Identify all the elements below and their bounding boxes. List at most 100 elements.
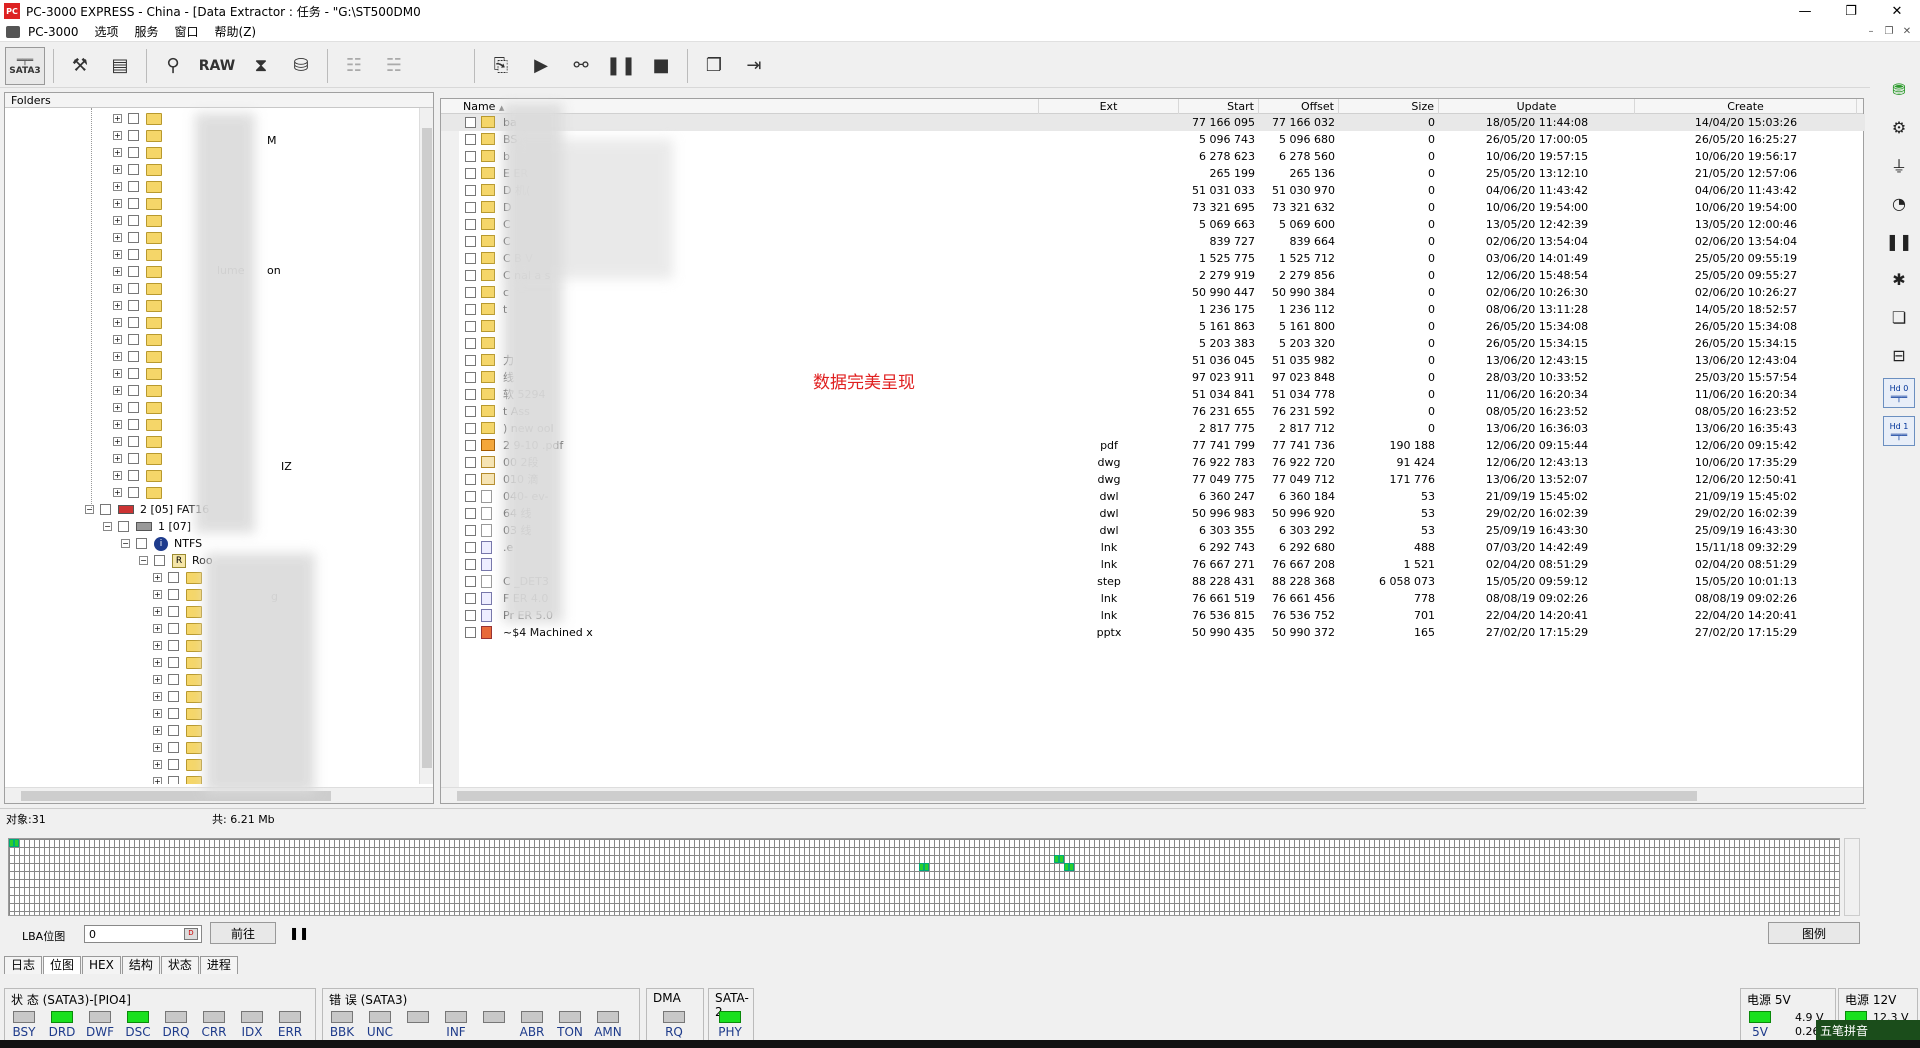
legend-button[interactable]: 图例 [1768, 922, 1860, 944]
mdi-doc-icon[interactable] [6, 25, 20, 38]
expand-icon[interactable]: + [153, 590, 162, 599]
expand-icon[interactable]: + [153, 573, 162, 582]
export-button[interactable]: ⎘ [483, 48, 519, 84]
tree-folder-item[interactable]: + [113, 399, 168, 416]
tree-folder-item[interactable]: + [153, 756, 208, 773]
tree-checkbox[interactable] [128, 402, 139, 413]
tree-checkbox[interactable] [168, 725, 179, 736]
row-checkbox[interactable] [465, 253, 476, 264]
app-icon[interactable]: PC [4, 3, 20, 19]
column-size[interactable]: Size [1339, 99, 1439, 114]
tree-checkbox[interactable] [128, 436, 139, 447]
sata-port-button[interactable]: ═╤═ SATA3 [5, 46, 45, 85]
row-checkbox[interactable] [465, 389, 476, 400]
expand-icon[interactable]: + [113, 318, 122, 327]
expand-icon[interactable]: + [153, 760, 162, 769]
go-button[interactable]: 前往 [210, 922, 276, 944]
tree-checkbox[interactable] [128, 198, 139, 209]
expand-icon[interactable]: + [113, 335, 122, 344]
menu-service[interactable]: 服务 [127, 23, 167, 40]
row-checkbox[interactable] [465, 202, 476, 213]
tree-folder-item[interactable]: + [113, 246, 168, 263]
log-button[interactable]: ▤ [102, 48, 138, 84]
tools-button[interactable]: ⚒ [62, 48, 98, 84]
expand-icon[interactable]: + [113, 233, 122, 242]
tree-checkbox[interactable] [128, 419, 139, 430]
row-checkbox[interactable] [465, 440, 476, 451]
expand-icon[interactable]: + [113, 471, 122, 480]
expand-icon[interactable]: + [113, 301, 122, 310]
play-button[interactable]: ▶ [523, 48, 559, 84]
file-row[interactable]: t 1 236 175 1 236 112 0 08/06/20 13:11:28 14/… [441, 301, 1865, 318]
tree-checkbox[interactable] [128, 164, 139, 175]
power-button[interactable]: ⏚ [1883, 150, 1915, 180]
expand-icon[interactable]: + [113, 352, 122, 361]
disk-button[interactable]: ⛁ [283, 48, 319, 84]
tree-checkbox[interactable] [168, 691, 179, 702]
scroll-thumb[interactable] [457, 791, 1697, 801]
file-list-horizontal-scrollbar[interactable] [441, 787, 1863, 803]
tree-checkbox[interactable] [168, 589, 179, 600]
tree-folder-item[interactable]: + [113, 348, 168, 365]
tree-checkbox[interactable] [154, 555, 165, 566]
tree-checkbox[interactable] [128, 351, 139, 362]
row-checkbox[interactable] [465, 236, 476, 247]
tree-folder-item[interactable]: + [153, 569, 208, 586]
tree-checkbox[interactable] [128, 317, 139, 328]
tree-folder-item[interactable]: + [113, 331, 168, 348]
tree-folder-item[interactable]: + [113, 467, 168, 484]
collapse-icon[interactable]: − [121, 539, 130, 548]
file-row[interactable]: ba 77 166 095 77 166 032 0 18/05/20 11:44:08… [441, 114, 1865, 131]
column-offset[interactable]: Offset [1259, 99, 1339, 114]
column-update[interactable]: Update [1439, 99, 1635, 114]
file-row[interactable]: 040- ev-dwl 6 360 247 6 360 184 53 21/09/19 … [441, 488, 1865, 505]
lba-type-tag[interactable]: D [184, 928, 198, 940]
tree-node-partition[interactable]: −2 [05] FAT16 [85, 501, 209, 518]
tree-group-button[interactable]: ☵ [376, 48, 412, 84]
tab-0[interactable]: 日志 [4, 956, 43, 974]
file-row[interactable]: t Ass 76 231 655 76 231 592 0 08/05/20 16:23… [441, 403, 1865, 420]
tree-checkbox[interactable] [128, 470, 139, 481]
mdi-restore-button[interactable]: ❐ [1882, 24, 1896, 38]
tab-5[interactable]: 进程 [199, 956, 238, 974]
expand-icon[interactable]: + [113, 182, 122, 191]
tree-folder-item[interactable]: + [113, 212, 168, 229]
raw-button[interactable]: RAW [195, 48, 239, 84]
tree-folder-item[interactable]: + [153, 722, 208, 739]
tree-checkbox[interactable] [128, 147, 139, 158]
expand-icon[interactable]: + [113, 250, 122, 259]
collapse-icon[interactable]: − [139, 556, 148, 565]
column-create[interactable]: Create [1635, 99, 1857, 114]
row-checkbox[interactable] [465, 610, 476, 621]
tree-checkbox[interactable] [168, 623, 179, 634]
menu-window[interactable]: 窗口 [167, 23, 207, 40]
tree-checkbox[interactable] [118, 521, 129, 532]
tree-checkbox[interactable] [128, 385, 139, 396]
tree-checkbox[interactable] [136, 538, 147, 549]
expand-icon[interactable]: + [153, 709, 162, 718]
tree-checkbox[interactable] [128, 300, 139, 311]
scroll-thumb[interactable] [422, 128, 432, 768]
expand-icon[interactable]: + [113, 131, 122, 140]
tab-2[interactable]: HEX [82, 956, 121, 974]
row-checkbox[interactable] [465, 593, 476, 604]
expand-icon[interactable]: + [113, 454, 122, 463]
expand-icon[interactable]: + [113, 267, 122, 276]
tree-folder-item[interactable]: + [153, 603, 208, 620]
expand-icon[interactable]: + [113, 216, 122, 225]
row-checkbox[interactable] [465, 406, 476, 417]
copy-button[interactable]: ❐ [696, 48, 732, 84]
file-row[interactable]: 5 161 863 5 161 800 0 26/05/20 15:34:08 26/0… [441, 318, 1865, 335]
tree-folder-item[interactable]: + [113, 229, 168, 246]
tree-folder-item[interactable]: + [113, 110, 168, 127]
collapse-icon[interactable]: − [103, 522, 112, 531]
folders-vertical-scrollbar[interactable] [419, 108, 433, 784]
row-checkbox[interactable] [465, 542, 476, 553]
tree-folder-item[interactable]: + [113, 297, 168, 314]
tree-node-root[interactable]: − R Roo [139, 552, 213, 569]
row-checkbox[interactable] [465, 423, 476, 434]
hd1-button[interactable]: Hd 1 ═╤═ [1883, 416, 1915, 446]
tree-checkbox[interactable] [128, 266, 139, 277]
expand-icon[interactable]: + [113, 284, 122, 293]
lba-bitmap[interactable] [8, 838, 1840, 916]
